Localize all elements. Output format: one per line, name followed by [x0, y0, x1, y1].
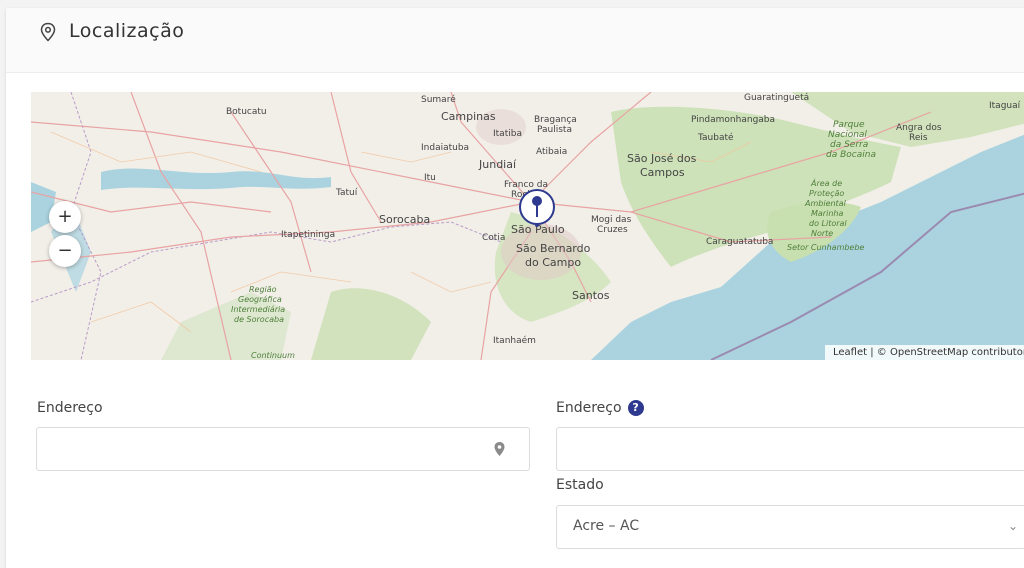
- map-label: Parque: [833, 120, 865, 130]
- map-label: Mogi das: [591, 215, 632, 225]
- map-label: Bragança: [534, 115, 577, 125]
- map-label: Sumaré: [421, 94, 456, 105]
- state-label: Estado: [556, 477, 604, 493]
- map-label: Continuum: [251, 351, 295, 360]
- state-select[interactable]: Acre – AC ⌄: [556, 505, 1024, 549]
- map-label: Itatiba: [493, 129, 522, 139]
- map-label: Angra dos: [896, 123, 942, 133]
- leaflet-link[interactable]: Leaflet: [833, 347, 867, 358]
- zoom-out-button[interactable]: −: [49, 235, 81, 267]
- map-label: da Bocaina: [826, 150, 876, 160]
- card-header: Localização: [6, 8, 1024, 73]
- map-label: Atibaia: [536, 147, 567, 157]
- map-label: Itanhaém: [493, 335, 536, 346]
- map-label: Setor Cunhambebe: [787, 243, 864, 252]
- map-label: Botucatu: [226, 107, 267, 117]
- map-attribution: Leaflet | © OpenStreetMap contributors: [825, 345, 1024, 360]
- map-label: Pindamonhangaba: [691, 115, 775, 125]
- map-label: Paulista: [537, 125, 572, 135]
- map-label: Ambiental: [804, 199, 847, 208]
- map-label: Itaguaí: [989, 101, 1021, 111]
- address-right-input[interactable]: [557, 428, 1024, 470]
- address-right-field[interactable]: [556, 427, 1024, 471]
- address-right-label: Endereço: [556, 400, 622, 416]
- map-label: do Campo: [525, 256, 581, 269]
- map-label: de Sorocaba: [234, 315, 284, 324]
- map-label: São José dos: [627, 152, 697, 165]
- map-label: Intermediária: [231, 305, 285, 314]
- map-label: Itu: [424, 173, 436, 183]
- chevron-down-icon: ⌄: [1007, 519, 1018, 533]
- map-label: Tatuí: [335, 188, 358, 198]
- map-view[interactable]: Sumaré Campinas Guaratinguetá Itaguaí Bo…: [31, 92, 1024, 360]
- osm-link[interactable]: OpenStreetMap: [890, 347, 968, 358]
- state-selected-value: Acre – AC: [573, 518, 640, 534]
- attribution-tail: contributors: [971, 347, 1024, 358]
- map-label: Norte: [811, 229, 833, 238]
- map-label: Campos: [640, 166, 685, 179]
- address-left-label: Endereço: [37, 400, 103, 416]
- address-right-label-group: Endereço?: [556, 400, 644, 416]
- location-pin-icon: [40, 22, 56, 42]
- map-label: Marinha: [811, 209, 843, 218]
- map-label: Santos: [572, 289, 610, 302]
- map-label: da Serra: [830, 140, 868, 150]
- map-label: do Litoral: [809, 219, 847, 228]
- map-label: Itapetininga: [281, 230, 335, 240]
- map-label: Campinas: [441, 110, 496, 123]
- map-label: Indaiatuba: [421, 143, 469, 153]
- map-label: São Bernardo: [516, 242, 591, 255]
- map-label: Taubaté: [697, 132, 734, 143]
- map-label: Reis: [909, 133, 928, 143]
- map-tiles[interactable]: Sumaré Campinas Guaratinguetá Itaguaí Bo…: [31, 92, 1024, 360]
- map-label: Caraguatatuba: [706, 237, 773, 247]
- map-label: Jundiaí: [478, 158, 517, 171]
- map-label: Guaratinguetá: [744, 93, 809, 103]
- map-label: Franco da: [504, 180, 548, 190]
- map-label: Cruzes: [597, 225, 628, 235]
- map-label: Proteção: [809, 189, 844, 198]
- map-label: Nacional: [828, 130, 867, 140]
- map-label: Área de: [810, 177, 842, 188]
- map-label: Geográfica: [238, 295, 282, 304]
- map-label: Cotia: [482, 233, 505, 243]
- section-title: Localização: [69, 20, 185, 42]
- address-left-input[interactable]: [37, 428, 529, 470]
- map-label: Sorocaba: [379, 213, 430, 226]
- address-left-field[interactable]: [36, 427, 530, 471]
- help-icon[interactable]: ?: [627, 400, 644, 416]
- attribution-separator: | ©: [867, 347, 890, 358]
- map-pin-icon: [494, 442, 505, 456]
- zoom-in-button[interactable]: +: [49, 201, 81, 233]
- map-label: Região: [249, 285, 277, 294]
